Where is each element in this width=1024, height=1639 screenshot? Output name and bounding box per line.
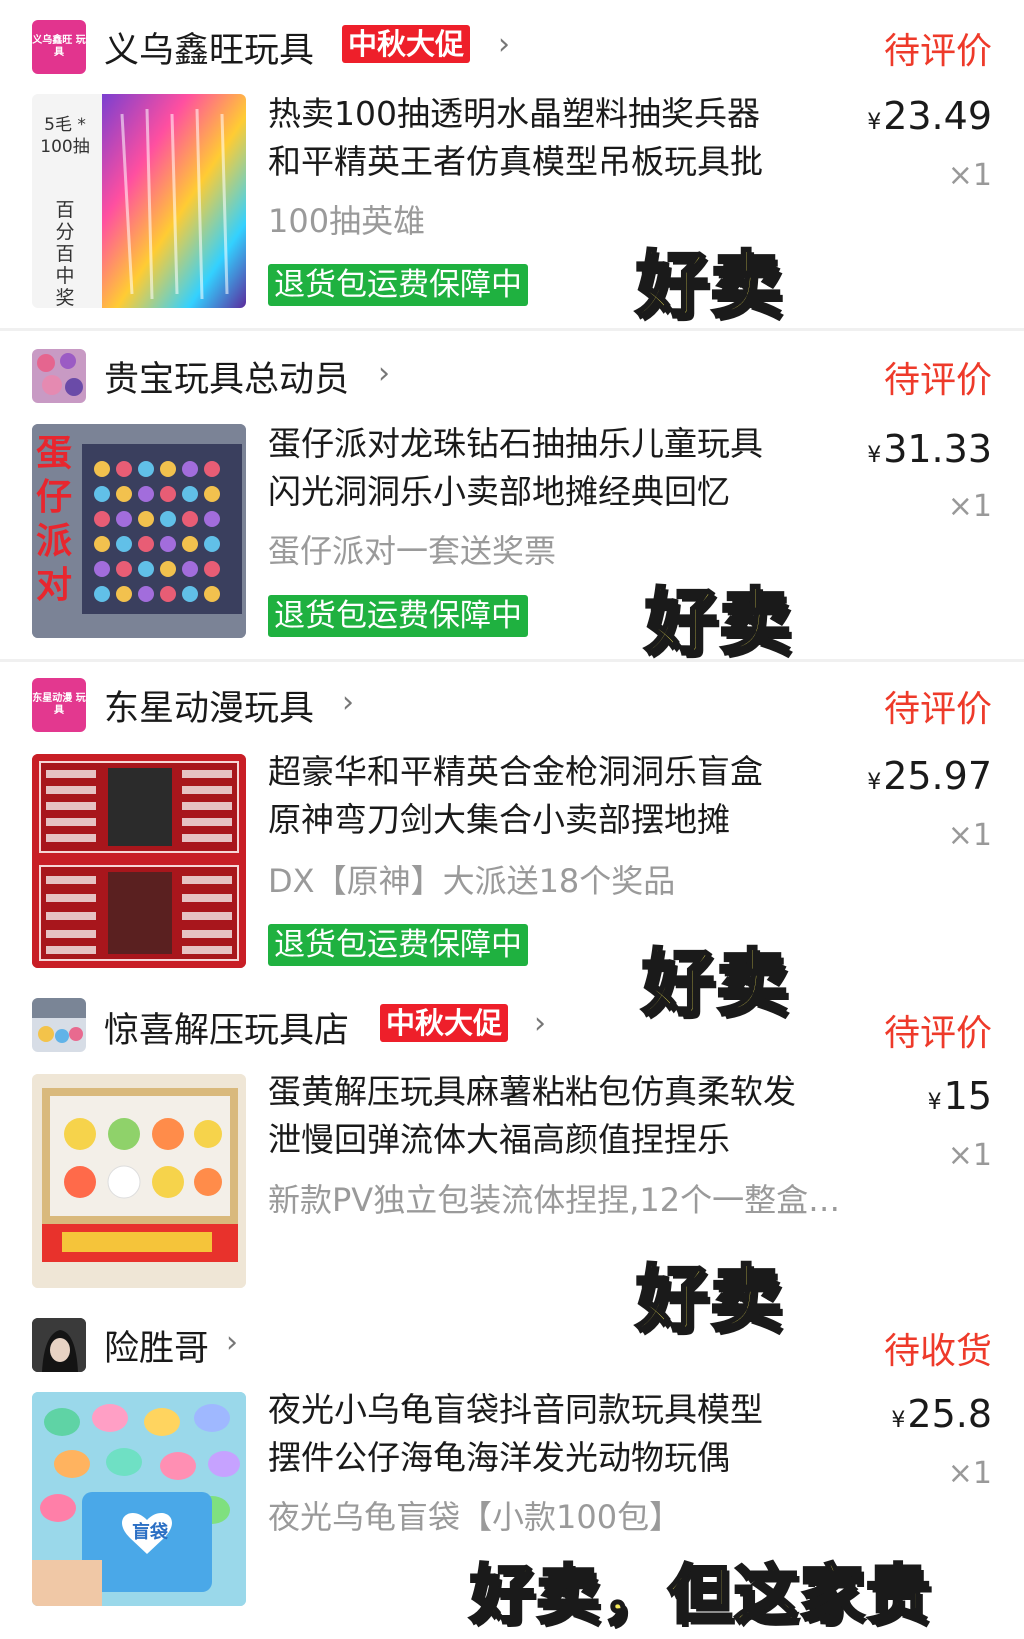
price: ¥23.49	[867, 94, 992, 138]
product-image[interactable]: 蛋仔派对	[32, 424, 246, 638]
currency-symbol: ¥	[867, 770, 882, 795]
currency-symbol: ¥	[927, 1090, 942, 1115]
price-value: 25.8	[907, 1392, 992, 1436]
promo-badge: 中秋大促	[342, 25, 471, 63]
shop-avatar-text: 义乌鑫旺 玩具	[32, 35, 86, 58]
overlay-caption: 好卖	[643, 579, 794, 666]
chevron-right-icon[interactable]: ›	[226, 1323, 238, 1363]
shop-name[interactable]: 贵宝玩具总动员	[104, 351, 349, 402]
shop-avatar[interactable]	[32, 998, 86, 1052]
order-status: 待评价	[883, 31, 992, 72]
price: ¥25.97	[867, 754, 992, 798]
chevron-right-icon[interactable]: ›	[378, 354, 390, 394]
product-spec: DX【原神】大派送18个奖品	[268, 862, 676, 900]
product-image-art	[32, 1074, 246, 1288]
currency-symbol: ¥	[891, 1408, 906, 1433]
product-image[interactable]: 盲袋	[32, 1392, 246, 1606]
price-value: 15	[943, 1074, 992, 1118]
currency-symbol: ¥	[867, 110, 882, 135]
product-image-art	[32, 1392, 246, 1606]
shop-avatar-art	[37, 353, 83, 396]
product-title[interactable]: 夜光小乌龟盲袋抖音同款玩具模型 摆件公仔海龟海洋发光动物玩偶	[268, 1386, 848, 1482]
guarantee-tag: 退货包运费保障中	[268, 924, 528, 966]
product-image-side-text: 百分百中奖	[55, 199, 75, 308]
shop-name[interactable]: 惊喜解压玩具店	[104, 1002, 349, 1053]
product-image[interactable]: 5毛 * 100抽 百分百中奖	[32, 94, 246, 308]
price-value: 25.97	[883, 754, 992, 798]
shop-avatar-art	[32, 998, 86, 1043]
product-title[interactable]: 蛋黄解压玩具麻薯粘粘包仿真柔软发 泄慢回弹流体大福高颜值捏捏乐	[268, 1068, 848, 1164]
shop-avatar[interactable]	[32, 1318, 86, 1372]
price: ¥25.8	[891, 1392, 992, 1436]
quantity: ×1	[947, 1456, 992, 1491]
quantity: ×1	[947, 1138, 992, 1173]
product-title[interactable]: 超豪华和平精英合金枪洞洞乐盲盒 原神弯刀剑大集合小卖部摆地摊	[268, 748, 848, 844]
shop-avatar[interactable]: 义乌鑫旺 玩具	[32, 20, 86, 74]
product-image-side-text: 蛋仔派对	[35, 433, 72, 606]
product-image[interactable]	[32, 1074, 246, 1288]
order-card[interactable]: 贵宝玩具总动员 › 待评价 蛋仔派对 蛋仔派对龙珠钻石抽抽乐儿童玩具 闪光洞洞乐…	[0, 331, 1024, 666]
quantity: ×1	[947, 489, 992, 524]
promo-badge: 中秋大促	[380, 1004, 509, 1042]
product-spec: 夜光乌龟盲袋【小款100包】	[268, 1498, 682, 1536]
price: ¥15	[928, 1074, 992, 1118]
currency-symbol: ¥	[867, 443, 882, 468]
price-value: 23.49	[883, 94, 992, 138]
guarantee-tag: 退货包运费保障中	[268, 595, 528, 637]
shop-avatar[interactable]	[32, 349, 86, 403]
order-status: 待评价	[883, 1013, 992, 1054]
product-title[interactable]: 热卖100抽透明水晶塑料抽奖兵器 和平精英王者仿真模型吊板玩具批	[268, 90, 848, 186]
overlay-caption: 好卖，但这家贵	[469, 1558, 932, 1635]
product-spec: 100抽英雄	[268, 202, 426, 240]
product-spec: 蛋仔派对一套送奖票	[268, 532, 557, 570]
price-value: 31.33	[883, 427, 992, 471]
quantity: ×1	[947, 818, 992, 853]
order-card[interactable]: 惊喜解压玩具店 中秋大促 › 待评价 蛋黄解压玩具麻薯粘粘包仿真柔软发 泄慢回弹…	[0, 982, 1024, 1343]
quantity: ×1	[947, 158, 992, 193]
order-status: 待评价	[883, 689, 992, 730]
guarantee-tag: 退货包运费保障中	[268, 264, 528, 306]
product-title[interactable]: 蛋仔派对龙珠钻石抽抽乐儿童玩具 闪光洞洞乐小卖部地摊经典回忆	[268, 420, 848, 516]
shop-name[interactable]: 东星动漫玩具	[104, 680, 314, 731]
product-image-art	[32, 754, 246, 968]
shop-avatar-text: 东星动漫 玩具	[32, 693, 86, 716]
order-card[interactable]: 东星动漫 玩具 东星动漫玩具 › 待评价 超豪华和平精英合金枪洞洞乐盲盒 原神弯…	[0, 662, 1024, 1027]
order-status: 待收货	[883, 1331, 992, 1372]
product-image[interactable]	[32, 754, 246, 968]
shop-avatar-art	[32, 1318, 86, 1372]
chevron-right-icon[interactable]: ›	[498, 25, 510, 65]
product-image-caption: 盲袋	[132, 1522, 168, 1543]
order-status: 待评价	[883, 360, 992, 401]
product-image-caption: 5毛 * 100抽	[40, 115, 90, 157]
price: ¥31.33	[867, 427, 992, 471]
chevron-right-icon[interactable]: ›	[342, 683, 354, 723]
shop-name[interactable]: 义乌鑫旺玩具	[104, 22, 314, 73]
shop-name[interactable]: 险胜哥	[104, 1320, 209, 1371]
shop-avatar[interactable]: 东星动漫 玩具	[32, 678, 86, 732]
order-card[interactable]: 义乌鑫旺 玩具 义乌鑫旺玩具 中秋大促 › 待评价 5毛 * 100抽 百分百中…	[0, 0, 1024, 329]
overlay-caption: 好卖	[634, 242, 785, 329]
chevron-right-icon[interactable]: ›	[534, 1004, 546, 1044]
order-card[interactable]: 险胜哥 › 待收货 盲袋 夜光小乌龟盲袋抖音同款玩具模型 摆件公仔海龟海洋发光动…	[0, 1300, 1024, 1635]
product-spec: 新款PV独立包装流体捏捏,12个一整盒…	[268, 1181, 841, 1219]
